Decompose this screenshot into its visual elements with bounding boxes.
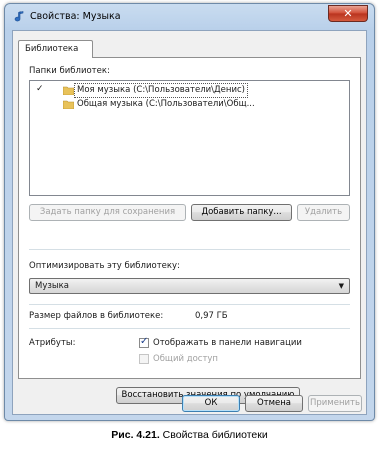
folder-icon [63,100,74,109]
library-folders-label: Папки библиотек: [29,66,110,76]
show-in-navigation-label: Отображать в панели навигации [153,338,302,348]
properties-window: Свойства: Музыка ✕ Библиотека Папки библ… [4,3,375,421]
check-icon: ✓ [36,84,44,94]
optimize-select[interactable]: Музыка ▼ [29,278,350,294]
shared-access-checkbox[interactable] [139,354,149,364]
library-size-label: Размер файлов в библиотеке: [29,311,164,321]
window-title: Свойства: Музыка [30,11,121,22]
dialog-client-area: Библиотека Папки библиотек: ✓ Моя музыка… [12,30,367,415]
figure-caption: Рис. 4.21. Свойства библиотеки [0,429,379,441]
optimize-selected-value: Музыка [35,281,69,291]
figure-caption-text: Свойства библиотеки [159,429,268,441]
list-item[interactable]: ✓ Моя музыка (C:\Пользователи\Денис) [30,83,349,98]
show-in-navigation-checkbox[interactable]: ✓ [139,336,149,348]
list-item[interactable]: Общая музыка (C:\Пользователи\Общ... [30,98,349,111]
folder-icon [63,86,74,95]
divider [29,304,350,305]
figure-number: Рис. 4.21. [111,429,160,441]
tab-library[interactable]: Библиотека [18,40,93,58]
library-size-value: 0,97 ГБ [195,311,228,321]
ok-button[interactable]: ОК [182,395,240,412]
set-save-folder-button[interactable]: Задать папку для сохранения [29,204,186,221]
checkmark-icon: ✓ [140,336,149,347]
library-folders-list[interactable]: ✓ Моя музыка (C:\Пользователи\Денис) Общ… [29,80,350,196]
title-bar[interactable]: Свойства: Музыка ✕ [5,4,374,30]
folder-path: Общая музыка (C:\Пользователи\Общ... [77,99,255,109]
folder-path: Моя музыка (C:\Пользователи\Денис) [74,83,248,98]
cancel-button[interactable]: Отмена [245,395,303,412]
optimize-label: Оптимизировать эту библиотеку: [29,261,180,271]
divider [29,328,350,329]
chevron-down-icon: ▼ [338,282,344,290]
add-folder-button[interactable]: Добавить папку... [191,204,292,221]
attributes-label: Атрибуты: [29,338,76,348]
close-button[interactable]: ✕ [328,5,368,22]
shared-access-label: Общий доступ [153,354,218,364]
divider [29,249,350,250]
library-tab-panel: Папки библиотек: ✓ Моя музыка (C:\Пользо… [18,57,361,404]
library-music-icon [14,11,24,22]
apply-button[interactable]: Применить [308,395,362,412]
remove-folder-button[interactable]: Удалить [297,204,350,221]
